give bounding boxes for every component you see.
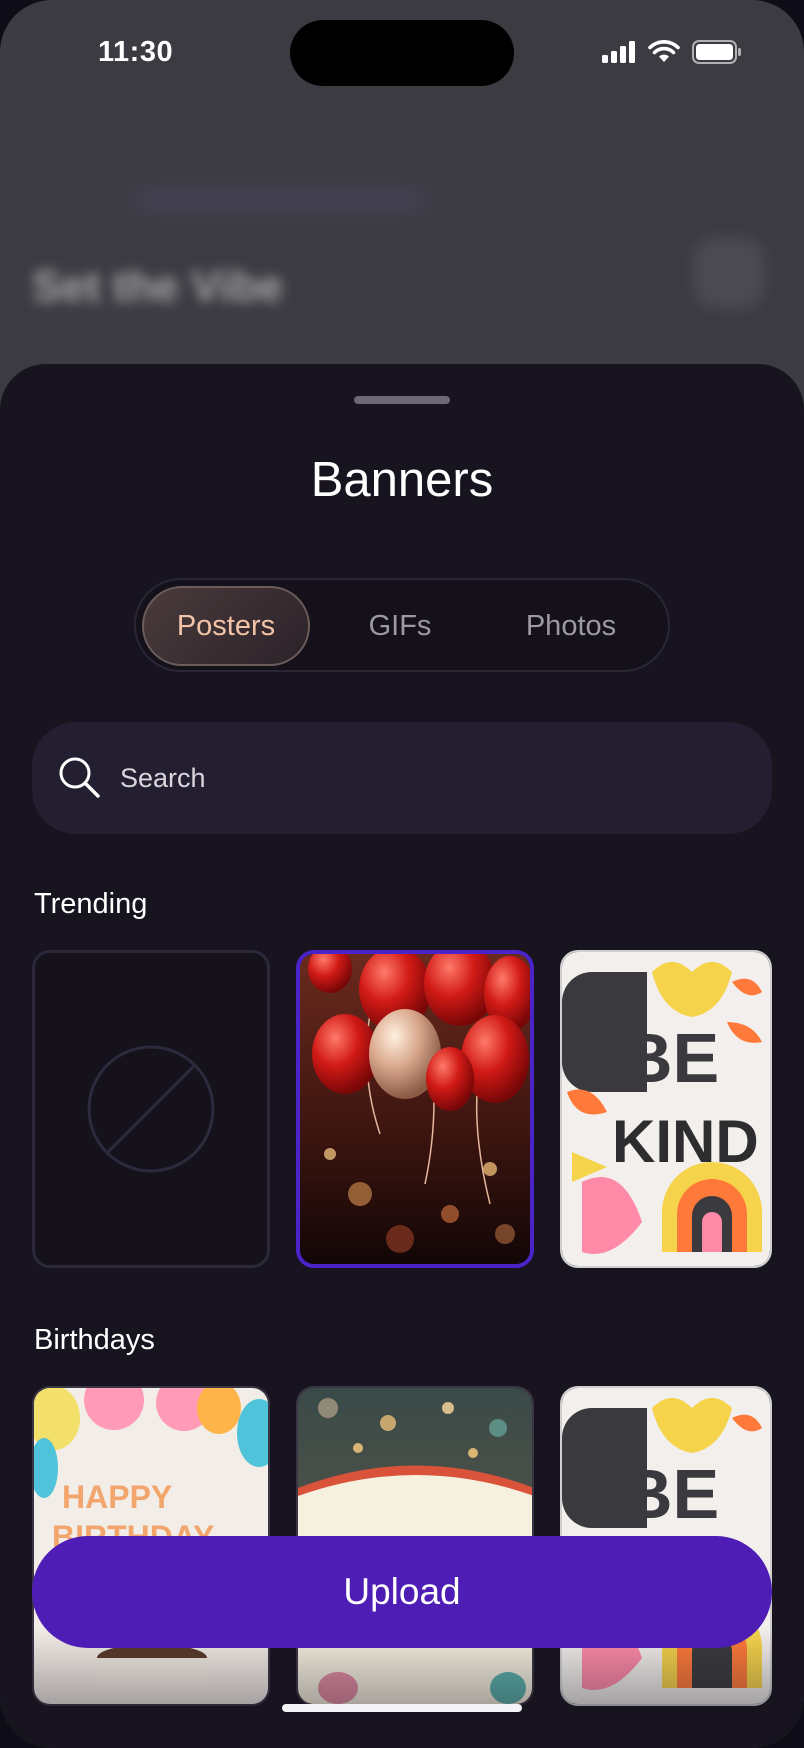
battery-icon xyxy=(692,40,741,64)
tab-posters[interactable]: Posters xyxy=(142,586,310,666)
sheet-grabber[interactable] xyxy=(354,396,450,404)
tab-gifs[interactable]: GIFs xyxy=(322,586,478,666)
status-time: 11:30 xyxy=(98,36,174,68)
svg-text:KIND: KIND xyxy=(612,1108,759,1175)
svg-text:BE: BE xyxy=(622,1455,719,1533)
banner-red-balloons[interactable] xyxy=(296,950,534,1268)
category-segmented-control: Posters GIFs Photos xyxy=(134,578,670,672)
be-kind-image: BE KIND xyxy=(562,952,770,1266)
red-balloons-image xyxy=(300,954,530,1264)
no-banner-icon xyxy=(87,1045,215,1173)
section-title-birthdays: Birthdays xyxy=(34,1324,155,1356)
search-icon xyxy=(59,757,100,798)
search-bar[interactable] xyxy=(32,722,772,834)
status-icons xyxy=(602,40,742,64)
upload-button[interactable]: Upload xyxy=(32,1536,772,1648)
banner-be-kind[interactable]: BE KIND xyxy=(560,950,772,1268)
home-indicator[interactable] xyxy=(282,1704,522,1712)
dynamic-island xyxy=(290,20,514,86)
cellular-signal-icon xyxy=(602,41,635,63)
banners-sheet: Banners Posters GIFs Photos Trending xyxy=(0,364,804,1748)
wifi-icon xyxy=(648,40,680,62)
tab-photos[interactable]: Photos xyxy=(482,586,660,666)
background-edit-icon xyxy=(694,238,764,308)
status-bar: 11:30 xyxy=(0,0,804,110)
sheet-title: Banners xyxy=(310,453,494,507)
section-title-trending: Trending xyxy=(34,888,148,920)
phone-screen: Set the Vibe 11:30 Banners Posters GIFs … xyxy=(0,0,804,1748)
svg-text:HAPPY: HAPPY xyxy=(62,1479,172,1515)
background-title: Set the Vibe xyxy=(32,262,284,311)
banner-none-option[interactable] xyxy=(32,950,270,1268)
svg-text:BE: BE xyxy=(622,1019,719,1097)
search-input[interactable] xyxy=(120,722,720,834)
background-header-bar xyxy=(130,190,430,210)
